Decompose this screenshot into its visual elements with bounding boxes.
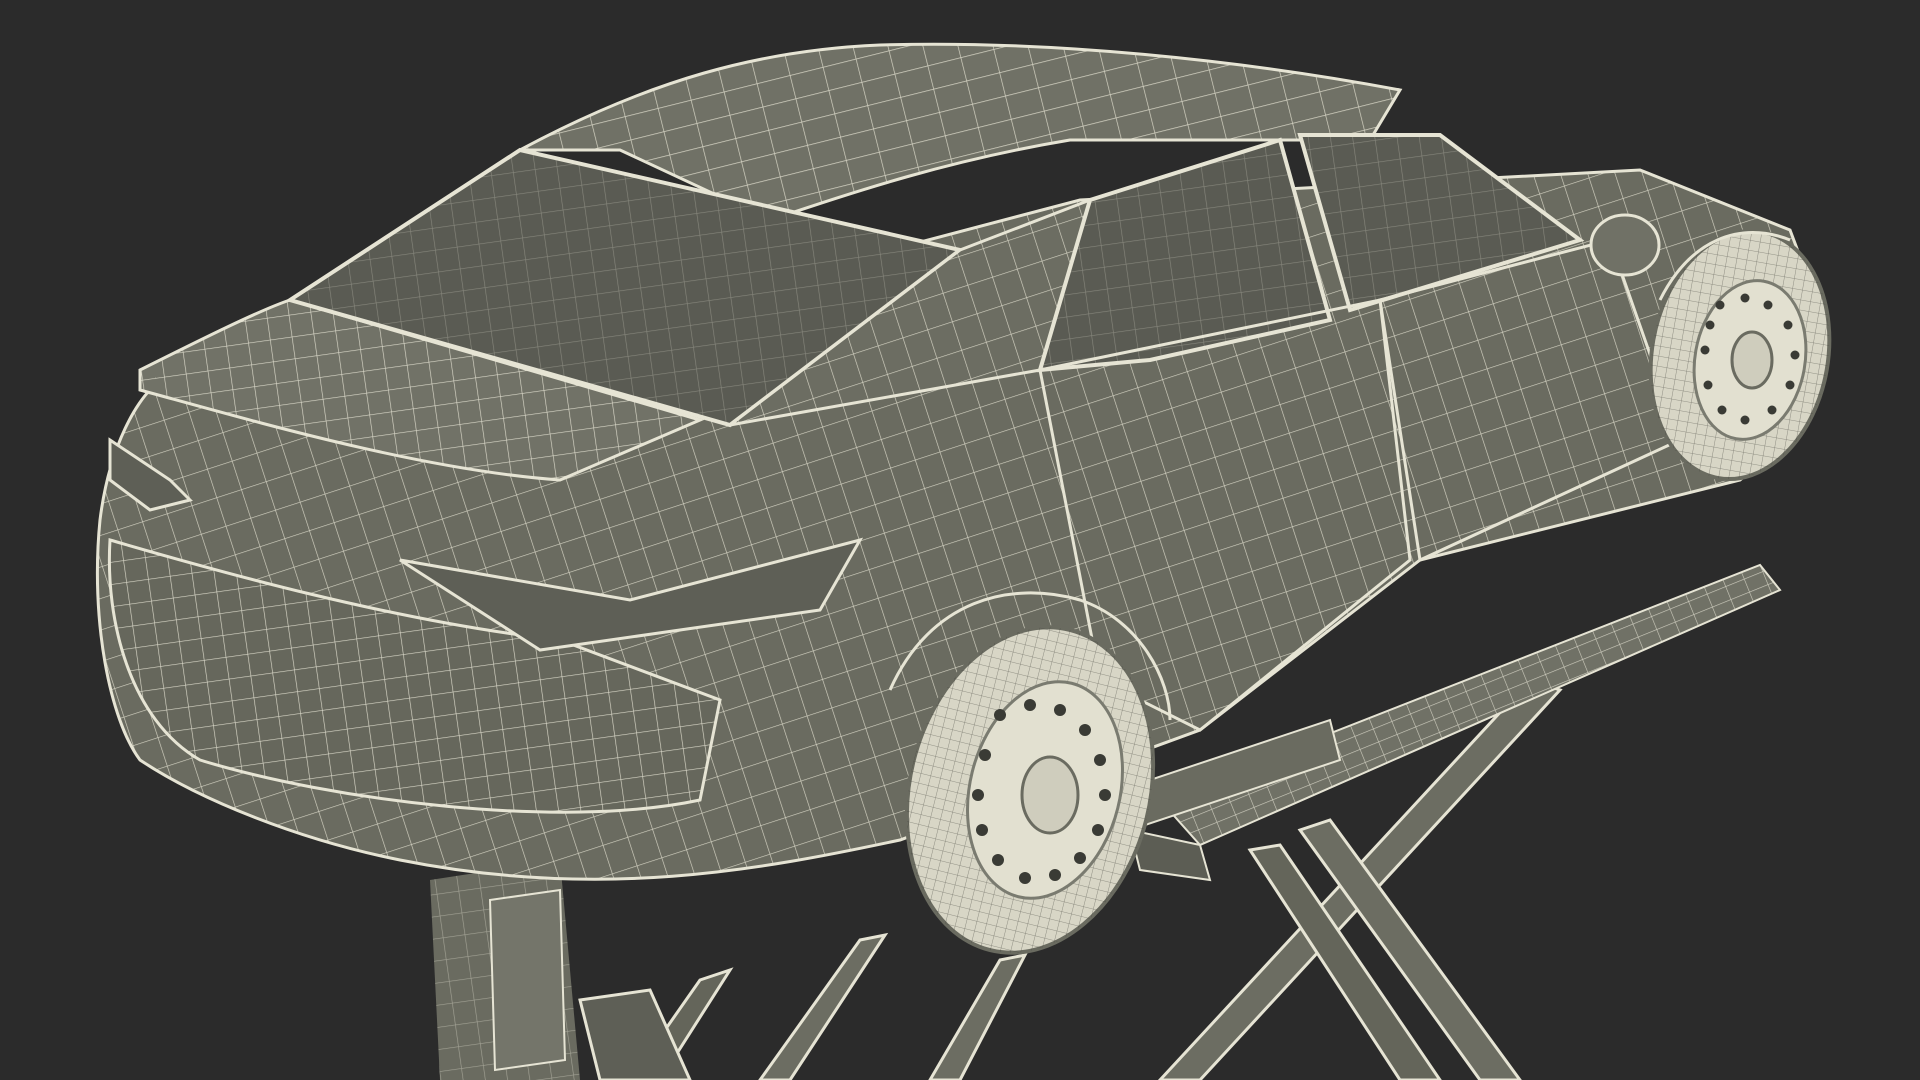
lift-column xyxy=(430,860,580,1080)
render-viewport xyxy=(0,0,1920,1080)
wireframe-render xyxy=(95,42,1832,1080)
